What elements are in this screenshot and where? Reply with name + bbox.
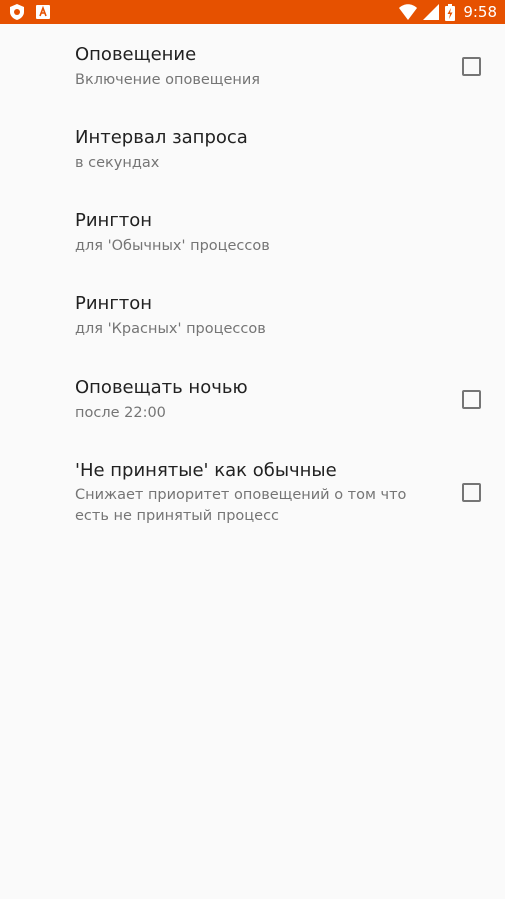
pref-title: Интервал запроса bbox=[75, 127, 248, 148]
pref-request-interval[interactable]: Интервал запроса в секундах bbox=[0, 108, 505, 191]
text-box-notification-icon bbox=[36, 5, 50, 19]
pref-summary: Включение оповещения bbox=[75, 72, 260, 88]
pref-ringtone-normal[interactable]: Рингтон для 'Обычных' процессов bbox=[0, 191, 505, 274]
pref-notification[interactable]: Оповещение Включение оповещения bbox=[0, 24, 505, 108]
status-bar-system: 9:58 bbox=[399, 2, 497, 22]
pref-summary: после 22:00 bbox=[75, 405, 166, 421]
pref-summary: для 'Красных' процессов bbox=[75, 321, 266, 337]
pref-title: Рингтон bbox=[75, 210, 153, 231]
pref-ringtone-red[interactable]: Рингтон для 'Красных' процессов bbox=[0, 274, 505, 357]
unaccepted-as-normal-checkbox[interactable] bbox=[462, 483, 481, 502]
status-bar: 9:58 bbox=[0, 0, 505, 24]
pref-title: Рингтон bbox=[75, 293, 153, 314]
cell-signal-icon bbox=[423, 4, 440, 20]
notify-at-night-checkbox[interactable] bbox=[462, 390, 481, 409]
wifi-icon bbox=[399, 4, 418, 20]
notification-checkbox[interactable] bbox=[462, 57, 481, 76]
battery-charging-icon bbox=[445, 3, 456, 21]
status-time: 9:58 bbox=[463, 3, 497, 21]
pref-summary: Снижает приоритет оповещений о том что е… bbox=[75, 487, 407, 524]
pref-summary: в секундах bbox=[75, 155, 160, 171]
pref-summary: для 'Обычных' процессов bbox=[75, 238, 270, 254]
pref-notify-at-night[interactable]: Оповещать ночью после 22:00 bbox=[0, 357, 505, 441]
pref-unaccepted-as-normal[interactable]: 'Не принятые' как обычные Снижает приори… bbox=[0, 441, 505, 545]
pref-title: Оповещение bbox=[75, 44, 197, 65]
status-bar-notifications bbox=[10, 4, 50, 20]
pref-title: Оповещать ночью bbox=[75, 377, 248, 398]
pref-title: 'Не принятые' как обычные bbox=[75, 460, 337, 481]
shield-notification-icon bbox=[10, 4, 24, 20]
